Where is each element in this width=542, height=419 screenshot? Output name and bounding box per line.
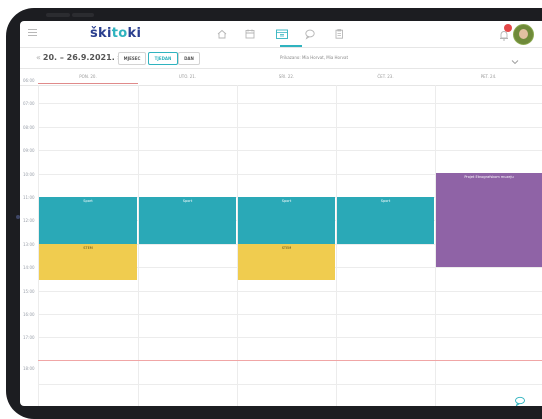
active-tab-indicator: [280, 45, 302, 47]
chat-icon[interactable]: [514, 391, 526, 406]
current-time-line: [38, 360, 542, 361]
grid-divider: [138, 85, 139, 406]
time-label: 14:00: [23, 265, 35, 270]
hour-line: [38, 150, 542, 151]
event-sport-thursday[interactable]: Sport: [337, 197, 434, 244]
clipboard-icon[interactable]: [333, 28, 345, 40]
notification-badge: [504, 24, 512, 32]
hardware-button: [46, 13, 70, 17]
day-header-thursday[interactable]: ČET. 23.: [336, 69, 435, 84]
view-month-button[interactable]: MJESEC: [118, 52, 146, 65]
event-sport-monday[interactable]: Sport: [39, 197, 137, 244]
calendar-week-icon[interactable]: [244, 28, 256, 40]
hour-line: [38, 127, 542, 128]
hour-line: [38, 103, 542, 104]
top-navigation-bar: škitoki: [20, 21, 542, 48]
day-header-friday[interactable]: PET. 24.: [435, 69, 542, 84]
hour-line: [38, 291, 542, 292]
hour-line: [38, 337, 542, 338]
viewing-label: Prikazano: Mia Horvat, Mia Horvat: [280, 55, 349, 60]
hardware-button: [72, 13, 94, 17]
calendar-grid-icon[interactable]: [275, 28, 288, 40]
menu-icon[interactable]: [28, 29, 37, 37]
time-label: 09:00: [23, 148, 35, 153]
time-label: 07:00: [23, 101, 35, 106]
grid-divider: [336, 85, 337, 406]
view-week-button[interactable]: TJEDAN: [148, 52, 178, 65]
day-header-monday[interactable]: PON. 20.: [38, 69, 138, 84]
time-label: 13:00: [23, 242, 35, 247]
event-sport-wednesday[interactable]: Sport: [238, 197, 335, 244]
time-label: 18:00: [23, 366, 35, 371]
previous-week-icon[interactable]: «: [36, 53, 41, 62]
time-label: 06:00: [23, 78, 35, 83]
home-icon[interactable]: [216, 28, 228, 40]
event-stem-wednesday[interactable]: STEM: [238, 244, 335, 280]
time-label: 12:00: [23, 218, 35, 223]
time-label: 17:00: [23, 335, 35, 340]
date-range-navigator: « 20. – 26.9.2021. »: [36, 51, 122, 64]
event-project-friday[interactable]: Projet Etnografskom muzeju: [436, 173, 542, 267]
day-header-wednesday[interactable]: SRI. 22.: [237, 69, 336, 84]
time-label: 11:00: [23, 195, 35, 200]
hour-line: [38, 384, 542, 385]
app-logo[interactable]: škitoki: [90, 26, 141, 41]
time-label: 16:00: [23, 312, 35, 317]
today-indicator: [38, 83, 138, 84]
event-stem-monday[interactable]: STEM: [39, 244, 137, 280]
event-sport-tuesday[interactable]: Sport: [139, 197, 236, 244]
time-label: 15:00: [23, 289, 35, 294]
app-screen: škitoki « 20. – 26.9.2021. » MJESEC: [20, 21, 542, 406]
calendar-toolbar: « 20. – 26.9.2021. » MJESEC TJEDAN DAN P…: [20, 48, 542, 69]
chat-bubble-icon[interactable]: [304, 28, 316, 40]
time-label: 08:00: [23, 125, 35, 130]
view-day-button[interactable]: DAN: [178, 52, 200, 65]
time-label: 10:00: [23, 172, 35, 177]
hour-line: [38, 314, 542, 315]
day-header-tuesday[interactable]: UTO. 21.: [138, 69, 237, 84]
date-range-label: 20. – 26.9.2021.: [42, 53, 115, 62]
user-avatar[interactable]: [513, 24, 534, 45]
